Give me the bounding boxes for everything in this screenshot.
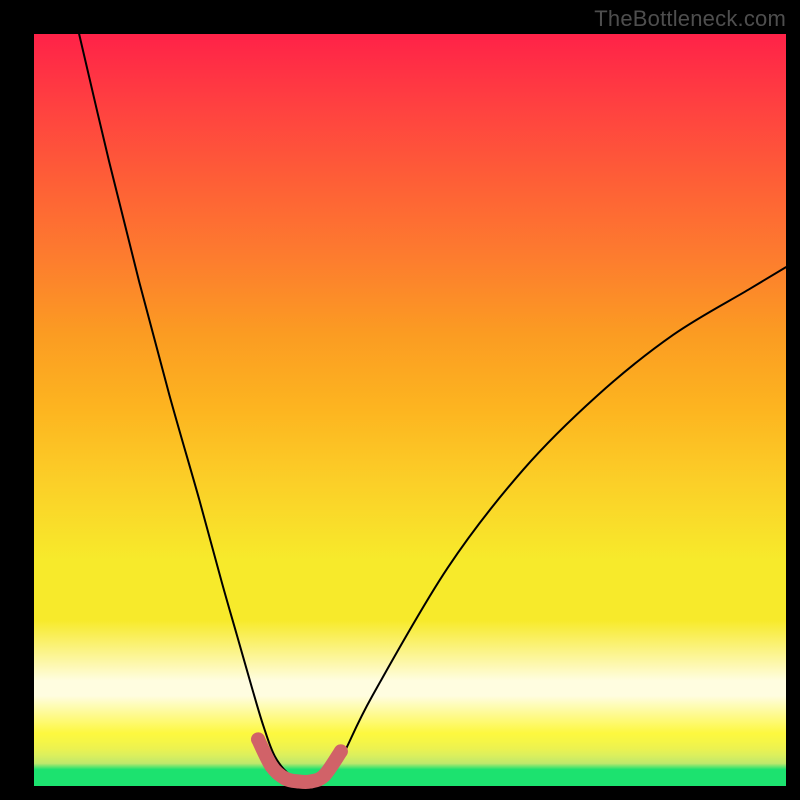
highlight-dot [278, 771, 292, 785]
highlight-dot [317, 768, 331, 782]
watermark-text: TheBottleneck.com [594, 6, 786, 32]
chart-svg [34, 34, 786, 786]
highlight-dot [304, 774, 318, 788]
highlight-dot [334, 744, 348, 758]
chart-frame: TheBottleneck.com [0, 0, 800, 800]
highlight-dot [251, 732, 265, 746]
highlight-dot [292, 774, 306, 788]
chart-plot-area [34, 34, 786, 786]
highlight-dot [265, 759, 279, 773]
bottleneck-curve [79, 34, 786, 781]
